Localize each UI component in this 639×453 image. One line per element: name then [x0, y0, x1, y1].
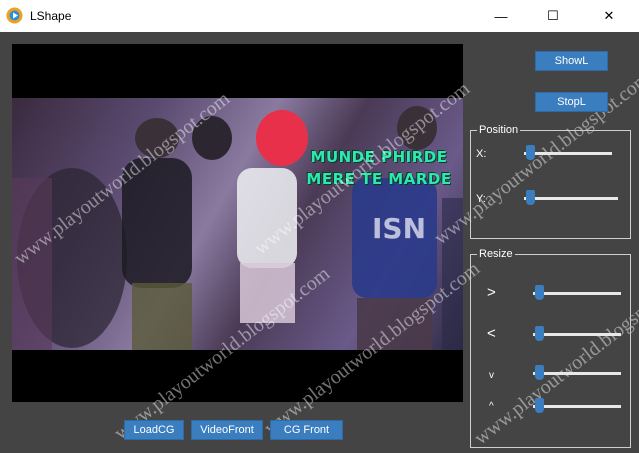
shrink-width-label: <: [487, 325, 496, 342]
grow-height-slider[interactable]: [533, 365, 621, 380]
grow-height-label: v: [489, 370, 494, 381]
slider-thumb[interactable]: [526, 145, 535, 160]
slider-thumb[interactable]: [535, 398, 544, 413]
resize-group: Resize: [470, 248, 631, 448]
x-position-slider[interactable]: [524, 145, 612, 160]
slider-track: [524, 197, 618, 200]
title-bar: LShape — ☐ ✕: [0, 0, 639, 33]
slider-thumb[interactable]: [535, 285, 544, 300]
client-area: ISN MUNDE PHIRDE MERE TE MARDE www.playo…: [0, 32, 639, 453]
grow-width-label: >: [487, 284, 496, 301]
resize-group-title: Resize: [479, 248, 513, 260]
video-front-button[interactable]: VideoFront: [191, 420, 263, 440]
svg-text:ISN: ISN: [372, 212, 426, 245]
slider-track: [524, 152, 612, 155]
slider-track: [533, 292, 621, 295]
slider-track: [533, 405, 621, 408]
maximize-button[interactable]: ☐: [530, 0, 576, 32]
minimize-icon: —: [494, 8, 508, 24]
close-icon: ✕: [603, 8, 615, 23]
slider-thumb[interactable]: [535, 365, 544, 380]
minimize-button[interactable]: —: [478, 0, 524, 32]
window-title: LShape: [30, 9, 72, 23]
grow-width-slider[interactable]: [533, 285, 621, 300]
slider-thumb[interactable]: [526, 190, 535, 205]
position-group-title: Position: [479, 124, 519, 136]
shrink-height-label: ^: [489, 401, 494, 412]
y-label: Y:: [476, 193, 486, 205]
shrink-height-slider[interactable]: [533, 398, 621, 413]
app-icon: [6, 7, 23, 24]
show-button[interactable]: ShowL: [535, 51, 608, 71]
load-cg-button[interactable]: LoadCG: [124, 420, 184, 440]
y-position-slider[interactable]: [524, 190, 618, 205]
x-label: X:: [476, 148, 487, 160]
maximize-icon: ☐: [547, 8, 559, 23]
stop-button[interactable]: StopL: [535, 92, 608, 112]
slider-track: [533, 333, 621, 336]
close-button[interactable]: ✕: [586, 0, 632, 32]
slider-track: [533, 372, 621, 375]
shrink-width-slider[interactable]: [533, 326, 621, 341]
cg-front-button[interactable]: CG Front: [270, 420, 343, 440]
position-group: Position: [470, 124, 631, 239]
slider-thumb[interactable]: [535, 326, 544, 341]
